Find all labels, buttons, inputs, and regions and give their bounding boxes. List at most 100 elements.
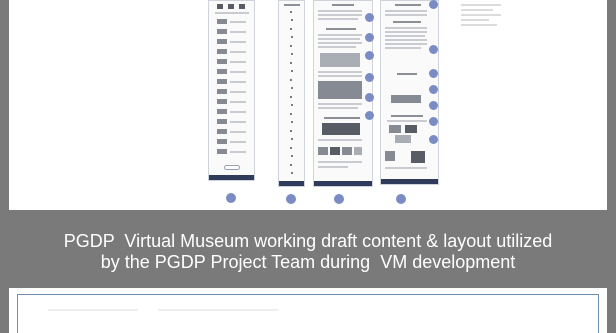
photo-placeholder (320, 53, 360, 67)
text-line (318, 34, 362, 36)
text-line (230, 41, 246, 43)
sheet-footer-bar (279, 181, 304, 186)
bullet-dot (291, 172, 293, 174)
text-line (158, 309, 278, 311)
section-marker (429, 135, 438, 144)
text-line (230, 151, 246, 153)
photo-placeholder (411, 151, 425, 163)
text-line (385, 39, 427, 41)
bullet-dot (290, 79, 292, 81)
section-marker (429, 85, 438, 94)
text-line (230, 141, 246, 143)
thumbnail (217, 149, 227, 154)
sheet-marker-icon (226, 193, 236, 203)
text-line (318, 38, 360, 40)
photo-placeholder (354, 147, 362, 155)
bullet-dot (291, 19, 293, 21)
text-line (284, 4, 300, 6)
text-line (318, 46, 356, 48)
bullet-dot (290, 147, 292, 149)
text-line (318, 139, 362, 141)
caption-line-1: PGDP Virtual Museum working draft conten… (63, 231, 553, 251)
text-line (230, 121, 246, 123)
text-line (318, 42, 362, 44)
text-line (318, 71, 362, 73)
photo-placeholder (385, 151, 395, 161)
text-line (230, 71, 246, 73)
second-layout-image (9, 288, 607, 333)
draft-sheet-bottom (17, 294, 599, 333)
text-line (230, 51, 246, 53)
text-line (230, 81, 246, 83)
text-line (397, 73, 417, 75)
text-line (385, 10, 427, 12)
header-figure (228, 4, 234, 9)
draft-layout-image (9, 0, 607, 210)
header-figure (239, 4, 245, 9)
bullet-dot (291, 87, 293, 89)
text-line (230, 61, 246, 63)
thumbnail (217, 29, 227, 34)
draft-button-shape (224, 165, 240, 170)
section-marker (429, 101, 438, 110)
bullet-dot (290, 164, 292, 166)
section-marker (365, 73, 374, 82)
photo-placeholder (318, 81, 362, 99)
bullet-dot (290, 96, 292, 98)
text-line (318, 18, 358, 20)
text-line (385, 27, 427, 29)
text-line (387, 120, 427, 122)
bullet-dot (291, 121, 293, 123)
bullet-dot (291, 104, 293, 106)
draft-sheet-c (313, 0, 374, 187)
bullet-dot (291, 36, 293, 38)
thumbnail (217, 59, 227, 64)
thumbnail (217, 109, 227, 114)
photo-placeholder (322, 123, 360, 135)
text-line (324, 117, 360, 119)
section-marker (365, 111, 374, 120)
photo-placeholder (330, 147, 340, 155)
text-line (318, 166, 348, 168)
thumbnail (217, 39, 227, 44)
draft-sheet-a (208, 0, 255, 181)
photo-placeholder (405, 125, 417, 133)
photo-placeholder (395, 135, 411, 143)
thumbnail (217, 139, 227, 144)
text-line (230, 131, 246, 133)
text-line (230, 101, 246, 103)
section-marker (429, 0, 438, 9)
section-marker (429, 45, 438, 54)
sheet-footer-bar (381, 179, 438, 184)
thumbnail (217, 119, 227, 124)
bullet-dot (291, 155, 293, 157)
thumbnail (217, 49, 227, 54)
bullet-dot (290, 45, 292, 47)
text-line (395, 4, 421, 6)
text-line (215, 12, 249, 14)
text-line (318, 14, 362, 16)
text-line (332, 4, 354, 6)
section-marker (429, 69, 438, 78)
text-line (385, 14, 427, 16)
section-marker (365, 51, 374, 60)
bullet-dot (291, 53, 293, 55)
sheet-footer-bar (209, 175, 254, 180)
text-line (318, 107, 358, 109)
text-line (393, 21, 421, 23)
thumbnail (217, 69, 227, 74)
text-line (230, 91, 246, 93)
thumbnail (217, 89, 227, 94)
bullet-dot (291, 70, 293, 72)
section-marker (365, 33, 374, 42)
text-line (326, 28, 356, 30)
text-line (385, 47, 421, 49)
bullet-dot (290, 62, 292, 64)
photo-placeholder (389, 125, 401, 133)
text-line (385, 167, 427, 169)
caption-line-2: by the PGDP Project Team during VM devel… (100, 252, 516, 272)
bullet-dot (290, 11, 292, 13)
photo-placeholder (342, 147, 352, 155)
thumbnail (217, 79, 227, 84)
text-line (385, 43, 427, 45)
